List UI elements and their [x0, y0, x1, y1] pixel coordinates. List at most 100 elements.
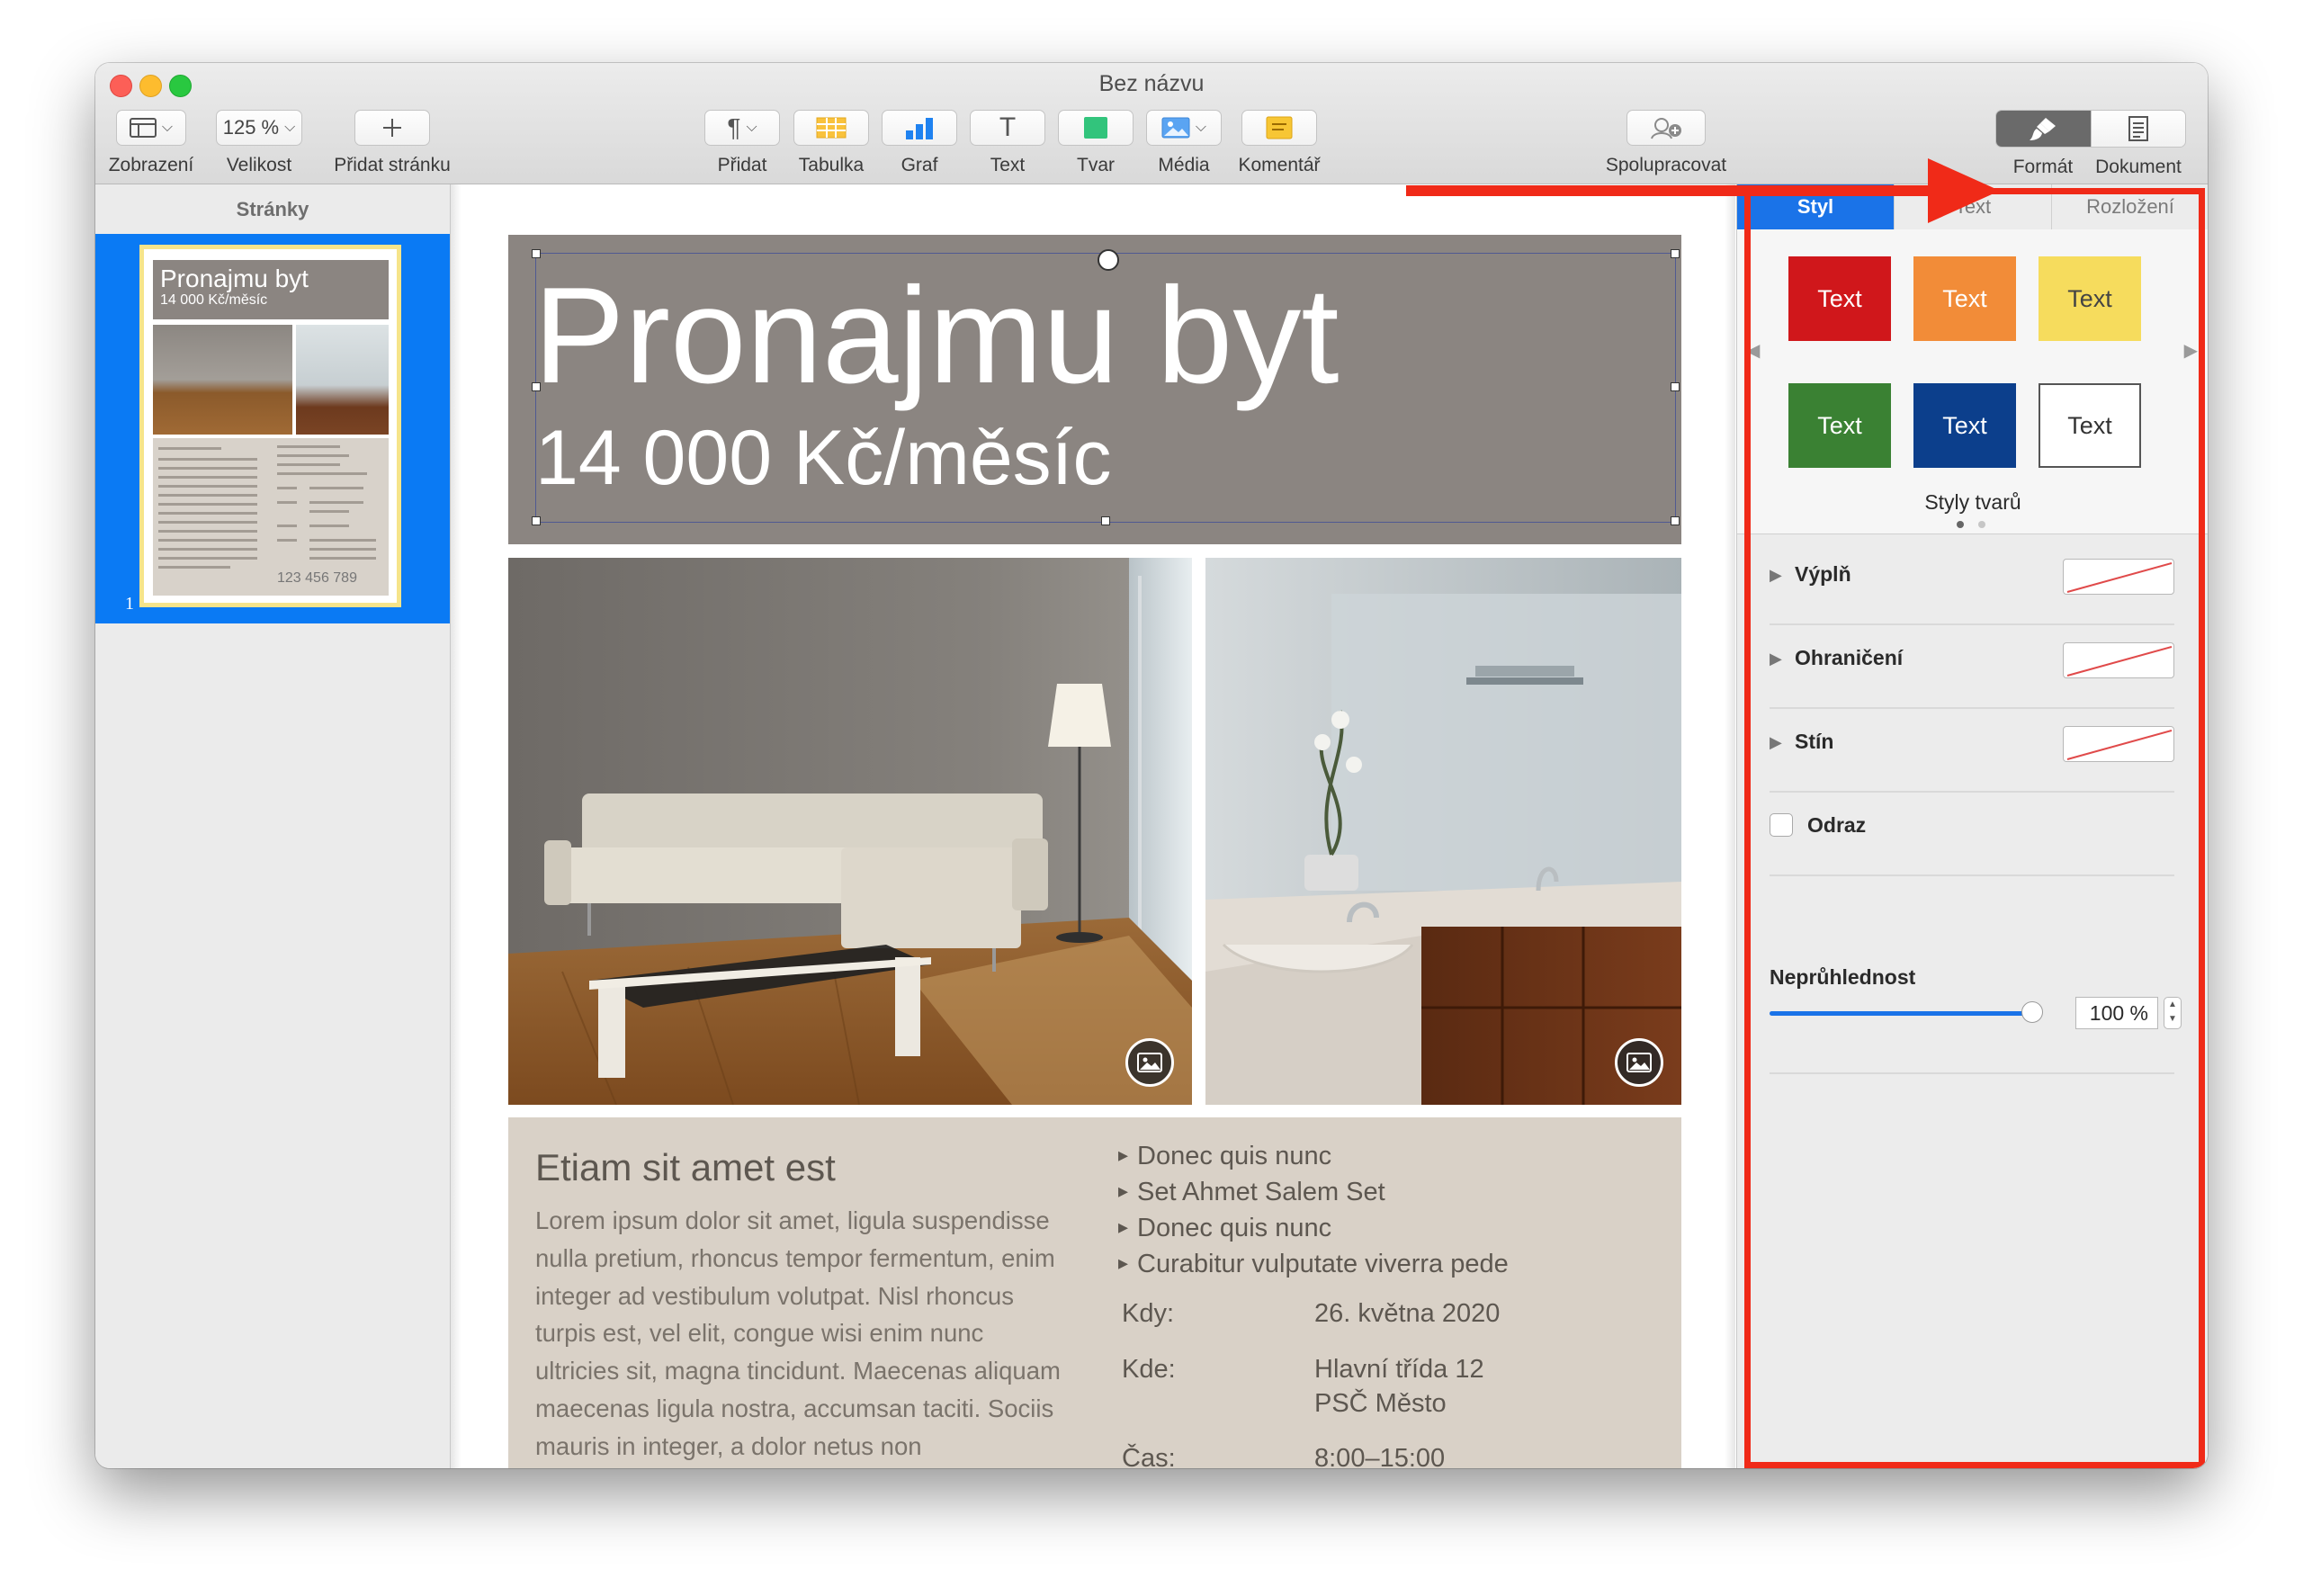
where-label[interactable]: Kde: — [1122, 1352, 1176, 1386]
chart-button[interactable] — [882, 110, 957, 146]
where-line-2[interactable]: PSČ Město — [1314, 1386, 1447, 1421]
reflection-checkbox[interactable] — [1770, 813, 1793, 837]
insert-button[interactable]: ¶ ⌵ — [704, 110, 780, 146]
rotate-handle[interactable] — [1098, 249, 1119, 271]
shadow-row[interactable]: ▶ Stín — [1770, 708, 2174, 793]
format-inspector: Styl Text Rozložení ◀ ▶ Text Text Text T… — [1736, 184, 2208, 1468]
disclosure-triangle-icon[interactable]: ▶ — [1770, 566, 1782, 585]
page-thumbnail-image[interactable]: Pronajmu byt 14 000 Kč/měsíc 123 456 789 — [139, 245, 401, 607]
where-line-1[interactable]: Hlavní třída 12 — [1314, 1352, 1484, 1386]
when-label[interactable]: Kdy: — [1122, 1296, 1174, 1331]
zoom-select[interactable]: 125 % ⌵ — [216, 110, 302, 146]
add-page-button[interactable] — [354, 110, 430, 146]
no-color-icon — [2066, 562, 2173, 593]
media-button[interactable]: ⌵ — [1146, 110, 1222, 146]
details-shape[interactable]: Etiam sit amet est Lorem ipsum dolor sit… — [508, 1117, 1681, 1468]
page-thumbnail-1[interactable]: 1 Pronajmu byt 14 000 Kč/měsíc 123 456 7… — [95, 234, 450, 623]
fill-row[interactable]: ▶ Výplň — [1770, 541, 2174, 625]
text-button[interactable]: T — [970, 110, 1045, 146]
tab-arrange[interactable]: Rozložení — [2051, 184, 2208, 229]
border-row[interactable]: ▶ Ohraničení — [1770, 624, 2174, 709]
inspector-segmented-control: Formát Dokument — [1995, 110, 2186, 178]
thumbnail-subtitle: 14 000 Kč/měsíc — [160, 292, 268, 308]
resize-handle[interactable] — [1671, 382, 1680, 391]
page-number: 1 — [125, 594, 134, 614]
resize-handle[interactable] — [1671, 516, 1680, 525]
text-toolbar-item[interactable]: T Text — [969, 110, 1046, 176]
resize-handle[interactable] — [532, 249, 541, 258]
bar-chart-icon — [906, 118, 933, 139]
details-heading[interactable]: Etiam sit amet est — [535, 1146, 836, 1189]
collaborate-button[interactable] — [1626, 110, 1706, 146]
disclosure-triangle-icon[interactable]: ▶ — [1770, 650, 1782, 668]
when-value[interactable]: 26. května 2020 — [1314, 1296, 1500, 1331]
add-page-toolbar-item[interactable]: Přidat stránku — [313, 110, 471, 176]
reflection-row[interactable]: Odraz — [1770, 792, 2174, 876]
shape-style-blue[interactable]: Text — [1913, 383, 2016, 468]
shape-style-red[interactable]: Text — [1788, 256, 1891, 341]
table-toolbar-item[interactable]: Tabulka — [793, 110, 870, 176]
chevron-right-icon[interactable]: ▶ — [2184, 339, 2198, 362]
shape-style-yellow[interactable]: Text — [2039, 256, 2141, 341]
living-room-image — [508, 558, 1192, 1105]
shape-style-green[interactable]: Text — [1788, 383, 1891, 468]
list-item[interactable]: Curabitur vulputate viverra pede — [1118, 1247, 1509, 1283]
zoom-label: Velikost — [226, 155, 292, 175]
comment-toolbar-item[interactable]: Komentář — [1230, 110, 1329, 176]
insert-toolbar-item[interactable]: ¶ ⌵ Přidat — [703, 110, 782, 176]
feature-list[interactable]: Donec quis nunc Set Ahmet Salem Set Done… — [1118, 1139, 1509, 1283]
chevron-left-icon[interactable]: ◀ — [1746, 339, 1760, 362]
title-shape[interactable]: Pronajmu byt 14 000 Kč/měsíc — [508, 235, 1681, 544]
bathroom-photo[interactable] — [1205, 558, 1681, 1105]
fill-color-well[interactable] — [2063, 559, 2174, 595]
view-toolbar-item[interactable]: ⌵ Zobrazení — [106, 110, 196, 176]
table-icon — [816, 117, 847, 139]
page-indicator-dot[interactable] — [1978, 521, 1985, 528]
opacity-slider[interactable] — [1770, 1011, 2032, 1016]
disclosure-triangle-icon[interactable]: ▶ — [1770, 733, 1782, 752]
media-toolbar-item[interactable]: ⌵ Média — [1145, 110, 1223, 176]
opacity-stepper[interactable]: ▲ ▼ — [2164, 997, 2182, 1029]
thumbnail-bathroom-photo — [296, 325, 389, 435]
pages-window: Bez názvu ⌵ Zobrazení 125 % ⌵ Velikost P… — [95, 63, 2208, 1468]
opacity-slider-knob[interactable] — [2021, 1001, 2043, 1023]
shape-toolbar-item[interactable]: Tvar — [1057, 110, 1134, 176]
image-icon — [1161, 117, 1190, 139]
inspector-toggle — [1995, 110, 2186, 148]
text-label: Text — [990, 155, 1026, 175]
chevron-down-icon: ⌵ — [1195, 120, 1207, 135]
resize-handle[interactable] — [532, 382, 541, 391]
replace-image-button[interactable] — [1615, 1038, 1663, 1087]
document-canvas[interactable]: Pronajmu byt 14 000 Kč/měsíc Etiam sit a… — [451, 184, 1735, 1468]
comment-button[interactable] — [1241, 110, 1317, 146]
list-item[interactable]: Donec quis nunc — [1118, 1211, 1509, 1247]
details-body-text[interactable]: Lorem ipsum dolor sit amet, ligula suspe… — [535, 1202, 1066, 1466]
shape-label: Tvar — [1077, 155, 1115, 175]
table-button[interactable] — [793, 110, 869, 146]
resize-handle[interactable] — [1101, 516, 1110, 525]
view-button[interactable]: ⌵ — [116, 110, 186, 146]
living-room-photo[interactable] — [508, 558, 1192, 1105]
shadow-color-well[interactable] — [2063, 726, 2174, 762]
insert-label: Přidat — [717, 155, 767, 175]
time-label[interactable]: Čas: — [1122, 1441, 1176, 1468]
list-item[interactable]: Set Ahmet Salem Set — [1118, 1175, 1509, 1211]
opacity-slider-fill — [1770, 1011, 2032, 1016]
shape-style-orange[interactable]: Text — [1913, 256, 2016, 341]
border-color-well[interactable] — [2063, 642, 2174, 678]
time-value[interactable]: 8:00–15:00 — [1314, 1441, 1445, 1468]
document-button[interactable] — [2090, 111, 2185, 147]
resize-handle[interactable] — [532, 516, 541, 525]
opacity-field[interactable]: 100 % — [2075, 997, 2158, 1029]
zoom-toolbar-item[interactable]: 125 % ⌵ Velikost — [212, 110, 306, 176]
thumbnail-living-room-photo — [153, 325, 292, 435]
resize-handle[interactable] — [1671, 249, 1680, 258]
format-button[interactable] — [1996, 111, 2091, 147]
shape-button[interactable] — [1058, 110, 1134, 146]
list-item[interactable]: Donec quis nunc — [1118, 1139, 1509, 1175]
replace-image-button[interactable] — [1125, 1038, 1174, 1087]
page-indicator-dot[interactable] — [1957, 521, 1964, 528]
thumbnail-phone: 123 456 789 — [277, 570, 357, 586]
chart-toolbar-item[interactable]: Graf — [881, 110, 958, 176]
shape-style-white[interactable]: Text — [2039, 383, 2141, 468]
